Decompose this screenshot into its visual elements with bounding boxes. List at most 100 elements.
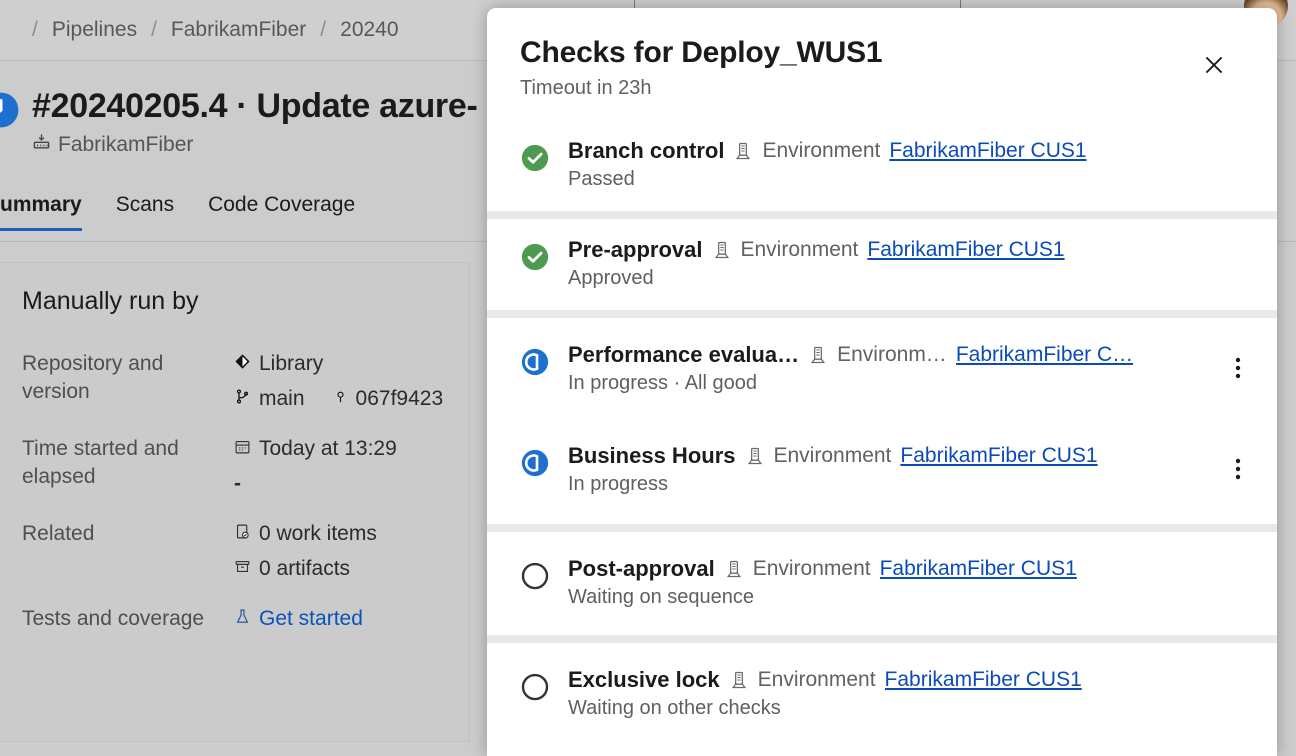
empty-circle-icon [520,561,550,591]
pipeline-icon [32,132,51,157]
check-name: Branch control [568,138,725,163]
check-body: Post-approval Environment FabrikamFiber … [568,556,1221,609]
check-row-pre-approval[interactable]: Pre-approval Environment FabrikamFiber C… [487,219,1277,310]
get-started-link[interactable]: Get started [259,605,363,633]
check-group: Post-approval Environment FabrikamFiber … [487,532,1277,635]
close-button[interactable] [1193,46,1235,88]
panel-header: Checks for Deploy_WUS1 Timeout in 23h [487,8,1277,120]
detail-label-time: Time started and elapsed [22,437,179,488]
check-name: Performance evalua… [568,342,800,367]
environment-icon [712,240,732,260]
check-group: Pre-approval Environment FabrikamFiber C… [487,219,1277,310]
detail-value-tests: Get started [234,605,469,633]
clock-icon [0,91,20,129]
detail-elapsed: - [234,472,241,495]
check-heading: Pre-approval Environment FabrikamFiber C… [568,237,1221,263]
check-resource-link[interactable]: FabrikamFiber CUS1 [885,668,1082,692]
check-resource-type: Environment [773,444,892,467]
run-trigger-title: Manually run by [22,287,199,315]
detail-commit-sha: 067f9423 [355,387,444,410]
check-status-text: Waiting on other checks [568,697,781,719]
check-row-performance-evaluation[interactable]: Performance evalua… Environm… FabrikamFi… [487,318,1277,419]
environment-icon [724,559,744,579]
check-group: Performance evalua… Environm… FabrikamFi… [487,318,1277,524]
run-details-grid: Repository and version Library main 067f… [22,350,469,633]
detail-label-repository: Repository and version [22,352,164,403]
run-project: FabrikamFiber [32,132,477,157]
check-resource-link[interactable]: FabrikamFiber CUS1 [900,444,1097,468]
in-progress-icon [520,448,550,478]
page-title: #20240205.4 · Update azure- [32,87,478,125]
empty-circle-icon [520,672,550,702]
check-more-button[interactable] [1221,451,1255,491]
panel-timeout: Timeout in 23h [520,77,652,99]
check-group: Branch control Environment FabrikamFiber… [487,120,1277,211]
check-group: Exclusive lock Environment FabrikamFiber… [487,643,1277,746]
check-row-branch-control[interactable]: Branch control Environment FabrikamFiber… [487,120,1277,211]
commit-icon [333,385,348,413]
check-heading: Post-approval Environment FabrikamFiber … [568,556,1221,582]
check-status-text: Waiting on sequence [568,586,755,608]
check-resource-link[interactable]: FabrikamFiber CUS1 [889,139,1086,163]
breadcrumb-item-run[interactable]: 20240 [340,18,398,42]
check-name: Exclusive lock [568,667,720,692]
check-heading: Business Hours Environment FabrikamFiber… [568,443,1221,469]
work-item-icon [234,520,251,548]
check-name: Pre-approval [568,237,703,262]
tab-code-coverage[interactable]: Code Coverage [208,193,355,231]
checks-list: Branch control Environment FabrikamFiber… [487,120,1277,756]
check-heading: Exclusive lock Environment FabrikamFiber… [568,667,1221,693]
breadcrumb-separator: / [320,18,327,41]
more-vertical-icon [1235,357,1241,384]
check-resource-type: Environment [752,557,871,580]
detail-repo-name: Library [259,352,324,375]
artifact-icon [234,555,251,583]
tab-scans[interactable]: Scans [116,193,174,231]
check-status-text: In progress · All good [568,372,757,394]
check-body: Business Hours Environment FabrikamFiber… [568,443,1221,496]
detail-branch-name: main [259,387,305,410]
flask-icon [234,605,251,633]
check-body: Performance evalua… Environm… FabrikamFi… [568,342,1221,395]
breadcrumb-item-project[interactable]: FabrikamFiber [171,18,306,42]
detail-start-time: Today at 13:29 [259,437,397,460]
panel-title: Checks for Deploy_WUS1 [520,36,883,69]
detail-value-repository: Library main 067f9423 [234,350,469,413]
more-vertical-icon [1235,458,1241,485]
tab-summary[interactable]: ummary [0,193,82,231]
check-more-button[interactable] [1221,350,1255,390]
breadcrumb-separator: / [32,18,38,41]
check-body: Pre-approval Environment FabrikamFiber C… [568,237,1221,290]
check-row-exclusive-lock[interactable]: Exclusive lock Environment FabrikamFiber… [487,643,1277,746]
repo-icon [234,350,251,378]
detail-work-items: 0 work items [259,522,377,545]
environment-icon [745,446,765,466]
check-resource-type: Environment [757,668,876,691]
detail-value-time: Today at 13:29 - [234,435,469,498]
check-body: Exclusive lock Environment FabrikamFiber… [568,667,1221,720]
detail-label-tests: Tests and coverage [22,607,205,630]
check-status-text: Approved [568,267,654,289]
checks-panel: Checks for Deploy_WUS1 Timeout in 23h Br… [487,8,1277,756]
check-heading: Branch control Environment FabrikamFiber… [568,138,1221,164]
detail-artifacts: 0 artifacts [259,557,351,580]
run-project-label: FabrikamFiber [58,132,194,156]
breadcrumb-item-pipelines[interactable]: Pipelines [52,18,137,42]
environment-icon [733,141,753,161]
check-row-post-approval[interactable]: Post-approval Environment FabrikamFiber … [487,532,1277,635]
check-circle-icon [520,143,550,173]
detail-label-related: Related [22,522,95,545]
check-name: Post-approval [568,556,715,581]
group-divider [487,635,1277,643]
check-resource-link[interactable]: FabrikamFiber CUS1 [880,557,1077,581]
check-name: Business Hours [568,443,736,468]
check-resource-link[interactable]: FabrikamFiber C… [956,343,1133,367]
check-resource-type: Environm… [837,343,947,366]
run-details-card: Manually run by Repository and version L… [0,262,470,742]
close-icon [1201,52,1227,83]
check-heading: Performance evalua… Environm… FabrikamFi… [568,342,1221,368]
check-circle-icon [520,242,550,272]
group-divider [487,310,1277,318]
check-resource-link[interactable]: FabrikamFiber CUS1 [867,238,1064,262]
check-row-business-hours[interactable]: Business Hours Environment FabrikamFiber… [487,419,1277,524]
